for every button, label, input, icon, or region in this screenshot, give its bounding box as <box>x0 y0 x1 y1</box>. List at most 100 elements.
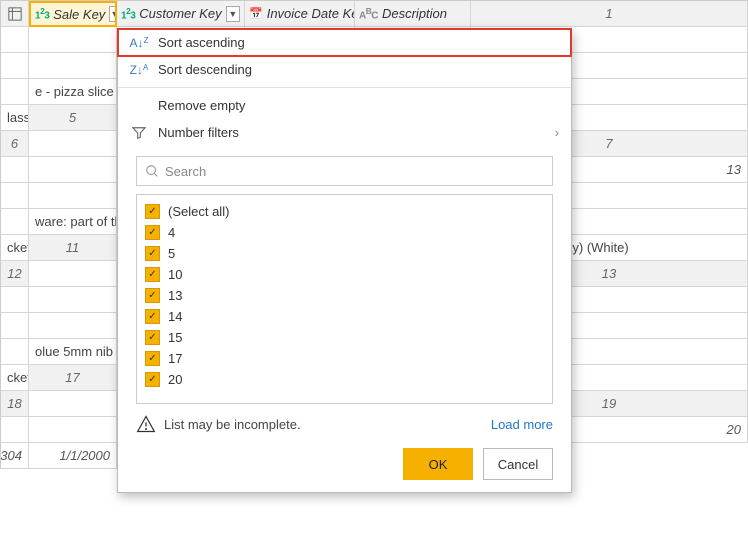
chevron-right-icon: › <box>555 125 559 140</box>
column-name: Customer Key <box>139 6 221 21</box>
filter-value-label: 17 <box>168 351 182 366</box>
filter-value-label: 14 <box>168 309 182 324</box>
column-name: Invoice Date Key <box>267 6 355 21</box>
cell-invoice-date[interactable] <box>29 183 117 209</box>
row-number[interactable]: 17 <box>29 365 117 391</box>
filter-value-row[interactable]: ✓ 14 <box>145 306 544 327</box>
filter-value-row[interactable]: ✓4 <box>145 222 544 243</box>
cell-description[interactable]: olue 5mm nib (Blue) 5mm <box>29 339 117 365</box>
filter-value-label: 13 <box>168 288 182 303</box>
cell-invoice-date[interactable] <box>1 209 29 235</box>
cell-invoice-date[interactable]: 1/1/2000 <box>29 443 117 469</box>
cell-sale-key[interactable] <box>1 417 29 443</box>
search-icon <box>145 164 159 178</box>
filter-dropdown-button[interactable]: ▼ <box>226 6 240 22</box>
column-header[interactable]: 📅Invoice Date Key▼ <box>245 1 355 27</box>
cell-invoice-date[interactable] <box>1 79 29 105</box>
filter-value-label: 15 <box>168 330 182 345</box>
column-name: Description <box>382 6 466 21</box>
sort-descending-item[interactable]: Z↓A Sort descending <box>118 56 571 83</box>
checkbox-checked-icon[interactable]: ✓ <box>145 246 160 261</box>
sort-asc-icon: A↓Z <box>130 36 148 50</box>
sort-desc-label: Sort descending <box>158 62 252 77</box>
checkbox-checked-icon[interactable]: ✓ <box>145 225 160 240</box>
filter-value-label: 10 <box>168 267 182 282</box>
row-number[interactable]: 12 <box>1 261 29 287</box>
filter-value-row[interactable]: ✓ 20 <box>145 369 544 390</box>
cell-sale-key[interactable] <box>1 157 29 183</box>
cell-invoice-date[interactable] <box>1 339 29 365</box>
cell-sale-key[interactable] <box>29 131 117 157</box>
checkbox-checked-icon[interactable]: ✓ <box>145 372 160 387</box>
cell-sale-key[interactable] <box>29 391 117 417</box>
select-all-label: (Select all) <box>168 204 229 219</box>
cell-customer-key[interactable] <box>1 183 29 209</box>
cell-customer-key[interactable] <box>29 417 117 443</box>
cell-customer-key[interactable] <box>1 53 29 79</box>
row-number[interactable]: 11 <box>29 235 117 261</box>
cell-customer-key[interactable] <box>29 27 117 53</box>
cell-customer-key[interactable]: 304 <box>1 443 29 469</box>
cell-sale-key[interactable] <box>1 27 29 53</box>
filter-values-list[interactable]: ✓ (Select all) ✓4✓5✓10✓13✓14✓15✓17✓20 <box>136 194 553 404</box>
type-icon: 📅 <box>249 7 263 20</box>
filter-icon <box>130 126 148 140</box>
checkbox-checked-icon[interactable]: ✓ <box>145 267 160 282</box>
cell-description[interactable]: cket (Blue) S <box>1 365 29 391</box>
cell-description[interactable]: ware: part of the computer th <box>29 209 117 235</box>
filter-value-row[interactable]: ✓ 10 <box>145 264 544 285</box>
filter-dropdown-button[interactable]: ▼ <box>109 6 117 22</box>
row-number[interactable]: 6 <box>1 131 29 157</box>
checkbox-checked-icon[interactable]: ✓ <box>145 330 160 345</box>
cell-invoice-date[interactable] <box>29 53 117 79</box>
filter-value-row[interactable]: ✓ 13 <box>145 285 544 306</box>
column-header[interactable]: 123 Customer Key ▼ <box>117 1 245 27</box>
column-header[interactable]: ABC Description <box>355 1 471 27</box>
select-all-row[interactable]: ✓ (Select all) <box>145 201 544 222</box>
cell-sale-key[interactable] <box>1 287 29 313</box>
table-corner[interactable] <box>1 1 29 27</box>
cancel-button[interactable]: Cancel <box>483 448 553 480</box>
type-icon: ABC <box>359 6 378 21</box>
checkbox-checked-icon[interactable]: ✓ <box>145 351 160 366</box>
checkbox-checked-icon[interactable]: ✓ <box>145 204 160 219</box>
cell-customer-key[interactable] <box>29 287 117 313</box>
number-filters-item[interactable]: Number filters › <box>118 119 571 146</box>
column-name: Sale Key <box>53 7 105 22</box>
cell-customer-key[interactable] <box>1 313 29 339</box>
remove-empty-label: Remove empty <box>158 98 245 113</box>
row-number[interactable]: 1 <box>471 1 748 27</box>
load-more-link[interactable]: Load more <box>491 417 553 432</box>
sort-desc-icon: Z↓A <box>130 63 148 77</box>
filter-value-label: 5 <box>168 246 175 261</box>
row-number[interactable]: 5 <box>29 105 117 131</box>
search-placeholder: Search <box>165 164 206 179</box>
remove-empty-item[interactable]: Remove empty <box>118 92 571 119</box>
filter-value-row[interactable]: ✓ 15 <box>145 327 544 348</box>
cell-description[interactable]: cket (Blue) M <box>1 235 29 261</box>
filter-dropdown: A↓Z Sort ascending Z↓A Sort descending R… <box>117 28 572 493</box>
ok-button[interactable]: OK <box>403 448 473 480</box>
warning-icon <box>136 414 156 434</box>
filter-value-label: 4 <box>168 225 175 240</box>
filter-value-label: 20 <box>168 372 182 387</box>
row-number[interactable]: 18 <box>1 391 29 417</box>
type-icon: 123 <box>35 6 49 21</box>
incomplete-label: List may be incomplete. <box>164 417 301 432</box>
checkbox-checked-icon[interactable]: ✓ <box>145 309 160 324</box>
incomplete-warning: List may be incomplete. <box>136 414 301 434</box>
filter-value-row[interactable]: ✓ 17 <box>145 348 544 369</box>
search-input[interactable]: Search <box>136 156 553 186</box>
cell-invoice-date[interactable] <box>29 313 117 339</box>
cell-description[interactable]: lass with care despatch tape <box>1 105 29 131</box>
cell-customer-key[interactable] <box>29 157 117 183</box>
cell-description[interactable]: e - pizza slice <box>29 79 117 105</box>
number-filters-label: Number filters <box>158 125 239 140</box>
checkbox-checked-icon[interactable]: ✓ <box>145 288 160 303</box>
filter-value-row[interactable]: ✓5 <box>145 243 544 264</box>
cell-sale-key[interactable] <box>29 261 117 287</box>
column-header[interactable]: 123 Sale Key ▼ <box>29 1 117 27</box>
type-icon: 123 <box>121 6 135 21</box>
sort-asc-label: Sort ascending <box>158 35 245 50</box>
sort-ascending-item[interactable]: A↓Z Sort ascending <box>118 29 571 56</box>
